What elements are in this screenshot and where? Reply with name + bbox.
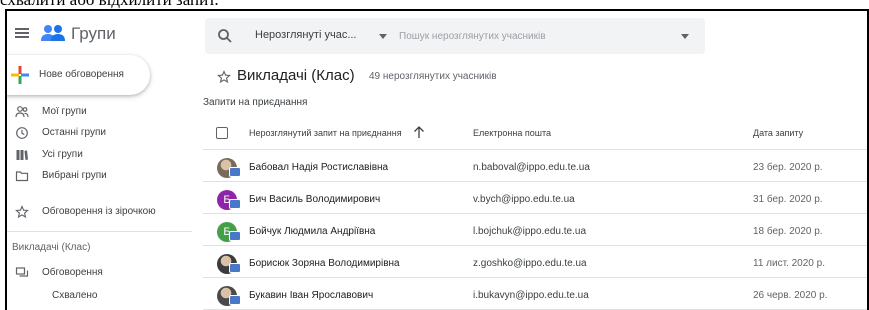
table-header: Нерозглянутий запит на приєднання Електр… <box>203 116 867 150</box>
sidebar-item-favorite-groups[interactable]: Вибрані групи <box>7 167 187 185</box>
table-row[interactable]: Борисюк Зоряна Володимирівна z.goshko@ipp… <box>203 246 867 278</box>
request-name: Букавин Іван Ярославович <box>249 290 374 301</box>
request-date: 11 лист. 2020 р. <box>753 258 825 269</box>
plus-icon <box>11 66 29 84</box>
column-header-date[interactable]: Дата запиту <box>753 128 803 138</box>
menu-icon[interactable] <box>15 28 29 38</box>
request-name: Бич Василь Володимирович <box>249 194 381 205</box>
request-name: Бабовал Надія Ростиславівна <box>249 162 389 173</box>
sidebar-item-approved[interactable]: Схвалено <box>52 290 97 301</box>
sidebar-item-label: Вибрані групи <box>42 170 107 181</box>
page-caption: схвалити або відхилити запит. <box>0 0 869 9</box>
request-email: z.goshko@ippo.edu.te.ua <box>473 258 587 269</box>
app-title: Групи <box>71 24 116 43</box>
search-icon[interactable] <box>217 28 233 44</box>
group-member-badge-icon <box>229 199 241 209</box>
new-conversation-button[interactable]: Нове обговорення <box>7 55 150 95</box>
group-member-badge-icon <box>229 231 241 241</box>
star-outline-icon[interactable] <box>217 70 231 84</box>
request-date: 31 бер. 2020 р. <box>753 194 823 205</box>
member-filter-select[interactable]: Нерозглянуті учас... <box>255 29 357 41</box>
request-email: n.baboval@ippo.edu.te.ua <box>473 162 590 173</box>
sidebar-item-all-groups[interactable]: Усі групи <box>7 146 187 164</box>
request-email: l.bojchuk@ippo.edu.te.ua <box>473 226 587 237</box>
request-date: 23 бер. 2020 р. <box>753 162 823 173</box>
sidebar-group-heading: Викладачі (Клас) <box>12 242 91 253</box>
column-header-name[interactable]: Нерозглянутий запит на приєднання <box>249 128 402 138</box>
sort-arrow-up-icon[interactable] <box>413 125 425 139</box>
pending-count: 49 нерозглянутих учасників <box>369 71 497 82</box>
sidebar-item-label: Мої групи <box>42 106 87 117</box>
sidebar-item-label: Останні групи <box>42 127 106 138</box>
sidebar-item-label: Обговорення <box>42 267 103 278</box>
groups-logo-icon <box>41 25 65 41</box>
sidebar-item-label: Обговорення із зірочкою <box>42 206 156 217</box>
chevron-down-icon[interactable] <box>379 34 387 39</box>
request-email: i.bukavyn@ippo.edu.te.ua <box>473 290 589 301</box>
search-options-chevron-icon[interactable] <box>681 34 689 39</box>
request-date: 18 бер. 2020 р. <box>753 226 823 237</box>
table-row[interactable]: Б Бич Василь Володимирович v.bych@ippo.edu… <box>203 182 867 214</box>
page-title: Викладачі (Клас) <box>237 67 355 84</box>
request-name: Бойчук Людмила Андріївна <box>249 226 376 237</box>
sidebar-divider <box>7 231 192 232</box>
search-bar: Нерозглянуті учас... <box>205 18 705 54</box>
table-row[interactable]: Бабовал Надія Ростиславівна n.baboval@ipp… <box>203 150 867 182</box>
table-row[interactable]: Букавин Іван Ярославович i.bukavyn@ippo.e… <box>203 278 867 310</box>
request-name: Борисюк Зоряна Володимирівна <box>249 258 400 269</box>
groups-app-window: Групи Нерозглянуті учас... Нове обговоре… <box>5 9 869 310</box>
request-email: v.bych@ippo.edu.te.ua <box>473 194 575 205</box>
group-member-badge-icon <box>229 263 241 273</box>
search-input[interactable] <box>399 26 669 46</box>
column-header-email[interactable]: Електронна пошта <box>473 128 551 138</box>
table-row[interactable]: Б Бойчук Людмила Андріївна l.bojchuk@ippo.… <box>203 214 867 246</box>
people-icon <box>15 106 29 118</box>
group-member-badge-icon <box>229 167 241 177</box>
sidebar-item-my-groups[interactable]: Мої групи <box>7 103 187 121</box>
star-icon <box>15 205 29 219</box>
sidebar-item-conversations[interactable]: Обговорення <box>7 264 187 282</box>
sidebar-item-label: Усі групи <box>42 149 83 160</box>
select-all-checkbox[interactable] <box>216 127 228 139</box>
join-requests-table: Нерозглянутий запит на приєднання Електр… <box>203 116 867 310</box>
clock-icon <box>16 127 28 139</box>
new-conversation-label: Нове обговорення <box>39 69 124 80</box>
request-date: 26 черв. 2020 р. <box>753 290 828 301</box>
table-body: Бабовал Надія Ростиславівна n.baboval@ipp… <box>203 150 867 310</box>
section-heading: Запити на приєднання <box>203 97 308 108</box>
forum-icon <box>15 267 29 277</box>
sidebar-item-starred-conversations[interactable]: Обговорення із зірочкою <box>7 203 187 221</box>
folder-star-icon <box>15 171 29 182</box>
group-member-badge-icon <box>229 295 241 305</box>
sidebar-item-recent-groups[interactable]: Останні групи <box>7 124 187 142</box>
library-icon <box>16 150 28 160</box>
